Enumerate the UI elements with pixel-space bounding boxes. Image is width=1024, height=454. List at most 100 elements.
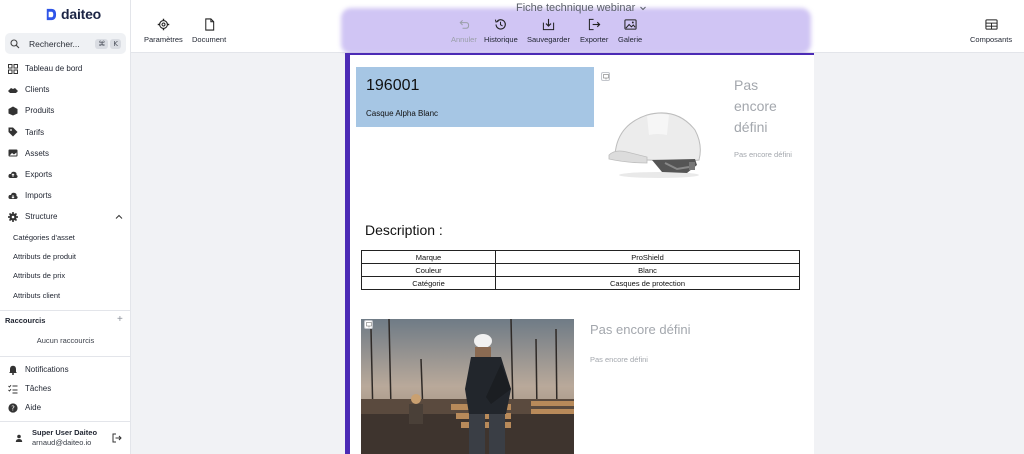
search-icon — [10, 38, 20, 48]
components-icon — [984, 19, 998, 30]
construction-worker-photo — [361, 319, 574, 454]
cloud-upload-icon — [8, 171, 18, 178]
placeholder-text: Pas encore défini — [734, 150, 792, 159]
daiteo-logo-icon — [46, 8, 57, 20]
logout-icon[interactable] — [112, 433, 122, 443]
sidebar-subitem-price-attributes[interactable]: Attributs de prix — [0, 266, 131, 285]
main-nav: Tableau de bord Clients Produits Tarifs … — [0, 58, 131, 305]
product-name: Casque Alpha Blanc — [366, 109, 439, 118]
logo-text: daiteo — [61, 6, 102, 22]
shortcuts-empty-text: Aucun raccourcis — [36, 336, 95, 345]
selection-bar — [345, 53, 350, 454]
sidebar-item-assets[interactable]: Assets — [0, 143, 131, 164]
sidebar-subitem-asset-categories[interactable]: Catégories d'asset — [0, 228, 131, 247]
toolbar: Fiche technique webinar Paramètres Docum… — [131, 0, 1024, 54]
shortcut-key-k: K — [110, 38, 121, 49]
assets-icon — [8, 149, 18, 157]
sidebar-item-clients[interactable]: Clients — [0, 79, 131, 100]
monitor-icon — [602, 73, 609, 79]
export-button[interactable]: Exporter — [580, 18, 608, 44]
help-icon: ? — [8, 402, 18, 413]
shortcut-key-cmd: ⌘ — [95, 38, 109, 49]
user-info: Super User Daiteo arnaud@daiteo.io — [32, 428, 112, 447]
sidebar-item-notifications[interactable]: Notifications — [0, 360, 131, 379]
placeholder-text-2: Pas encore défini — [590, 355, 648, 364]
undo-button[interactable]: Annuler — [451, 18, 477, 44]
settings-button[interactable]: Paramètres — [144, 18, 183, 44]
sidebar-item-imports[interactable]: Imports — [0, 185, 131, 206]
document-page[interactable]: 196001 Casque Alpha Blanc Pas encore déf… — [345, 53, 814, 454]
sidebar-item-label: Tableau de bord — [25, 64, 83, 74]
document-title: Fiche technique webinar — [516, 2, 636, 14]
gallery-label: Galerie — [618, 35, 643, 44]
chevron-down-icon — [640, 6, 647, 11]
user-profile[interactable]: Super User Daiteo arnaud@daiteo.io — [0, 421, 131, 454]
gallery-icon — [624, 19, 637, 30]
selection-line — [350, 53, 814, 55]
tasks-icon — [8, 384, 18, 393]
screen-icon[interactable] — [364, 320, 373, 329]
export-icon — [588, 18, 601, 31]
placeholder-title: Pas encore défini — [734, 77, 777, 135]
chevron-up-icon[interactable] — [115, 213, 123, 221]
attribute-value: Casques de protection — [495, 276, 800, 290]
sidebar-item-label: Tâches — [25, 384, 52, 393]
document-title-dropdown[interactable]: Fiche technique webinar — [516, 2, 647, 14]
tag-icon — [8, 127, 18, 137]
attribute-key: Marque — [361, 250, 496, 264]
logo[interactable]: daiteo — [44, 6, 101, 22]
sidebar-item-tarifs[interactable]: Tarifs — [0, 122, 131, 143]
undo-label: Annuler — [451, 35, 477, 44]
table-row: Couleur Blanc — [361, 263, 800, 277]
user-icon — [15, 434, 23, 442]
attribute-key: Couleur — [361, 263, 496, 277]
components-label: Composants — [970, 35, 1013, 44]
sidebar-item-help[interactable]: ? Aide — [0, 398, 131, 417]
sidebar-item-structure[interactable]: Structure — [0, 206, 131, 227]
history-button[interactable]: Historique — [484, 18, 518, 44]
user-email: arnaud@daiteo.io — [32, 438, 92, 447]
save-icon — [542, 18, 555, 31]
sidebar-item-label: Imports — [25, 191, 52, 201]
sidebar-item-label: Clients — [25, 85, 50, 95]
product-header-block[interactable]: 196001 Casque Alpha Blanc — [356, 67, 594, 127]
sidebar-item-tasks[interactable]: Tâches — [0, 379, 131, 398]
add-shortcut-button[interactable]: + — [117, 314, 123, 325]
highlight-overlay — [341, 8, 811, 54]
placeholder-title-2: Pas encore défini — [590, 322, 691, 337]
save-label: Sauvegarder — [527, 35, 570, 44]
svg-text:?: ? — [11, 404, 15, 412]
clients-icon — [8, 87, 18, 93]
save-button[interactable]: Sauvegarder — [527, 18, 570, 44]
dashboard-icon — [8, 63, 18, 74]
products-icon — [8, 106, 18, 116]
sidebar-item-dashboard[interactable]: Tableau de bord — [0, 58, 131, 79]
bottom-nav: Notifications Tâches ? Aide — [0, 360, 131, 417]
sidebar-item-label: Produits — [25, 106, 55, 116]
attribute-key: Catégorie — [361, 276, 496, 290]
shortcuts-title: Raccourcis — [5, 316, 46, 325]
gear-icon — [8, 211, 18, 222]
helmet-image — [608, 112, 701, 178]
search-bar[interactable]: Rechercher... ⌘ K — [5, 33, 126, 54]
divider — [0, 310, 131, 311]
sidebar-item-label: Notifications — [25, 365, 69, 374]
sidebar-item-products[interactable]: Produits — [0, 100, 131, 121]
document-button[interactable]: Document — [192, 18, 226, 44]
history-label: Historique — [484, 35, 518, 44]
undo-icon — [459, 19, 470, 29]
components-button[interactable]: Composants — [970, 18, 1012, 44]
screen-icon[interactable] — [601, 72, 610, 81]
sidebar-item-label: Tarifs — [25, 127, 45, 137]
sidebar-item-label: Aide — [25, 403, 42, 412]
sidebar-subitem-product-attributes[interactable]: Attributs de produit — [0, 247, 131, 266]
gallery-button[interactable]: Galerie — [618, 18, 642, 44]
cloud-download-icon — [8, 192, 18, 199]
export-label: Exporter — [580, 35, 609, 44]
history-icon — [495, 19, 507, 30]
user-name: Super User Daiteo — [32, 428, 98, 437]
sidebar-item-exports[interactable]: Exports — [0, 164, 131, 185]
search-label: Rechercher... — [29, 38, 80, 49]
product-code: 196001 — [366, 77, 420, 94]
sidebar-subitem-client-attributes[interactable]: Attributs client — [0, 286, 131, 305]
